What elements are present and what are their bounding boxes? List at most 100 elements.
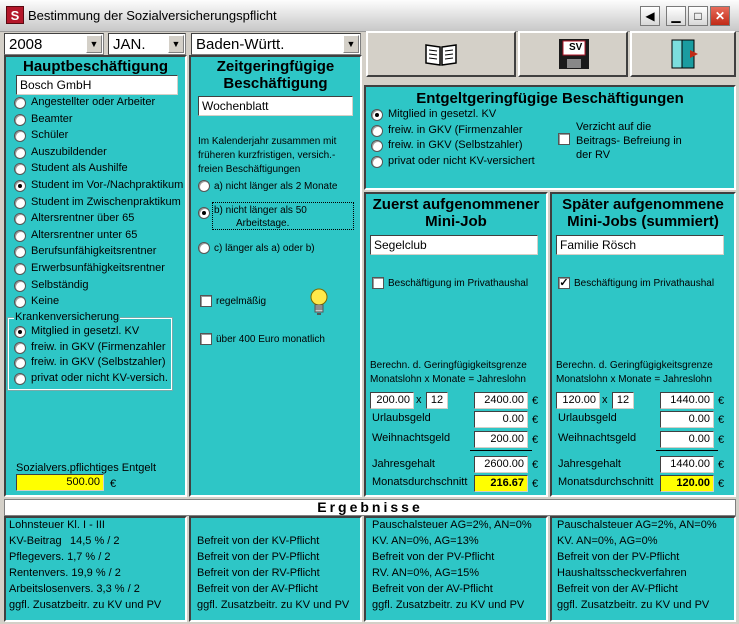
year-select[interactable]: 2008 ▼ xyxy=(4,33,104,55)
zeit-option-b-radio[interactable] xyxy=(198,207,210,219)
minijob2-currency: € xyxy=(718,478,725,490)
year-value: 2008 xyxy=(9,36,43,53)
minijob1-weihnachtsgeld-input[interactable]: 200.00 xyxy=(474,431,528,448)
minijob2-x-sign: x xyxy=(602,394,608,406)
minijob2-currency: € xyxy=(718,459,725,471)
result-line: ggfl. Zusatzbeitr. zu KV und PV xyxy=(372,599,525,611)
help-back-icon[interactable]: ◀ xyxy=(640,6,660,26)
entgelt-option-radio[interactable] xyxy=(371,124,383,137)
result-line: Befreit von der AV-Pflicht xyxy=(197,583,318,595)
minijob2-weihnachtsgeld-input[interactable]: 0.00 xyxy=(660,431,714,448)
result-line: KV. AN=0%, AG=0% xyxy=(557,535,658,547)
minijob1-berechn-1: Berechn. d. Geringfügigkeitsgrenze xyxy=(370,360,527,371)
result-line: Arbeitslosenvers. 3,3 % / 2 xyxy=(9,583,140,595)
entgelt-option-radio[interactable] xyxy=(371,109,383,121)
haupt-option-radio[interactable] xyxy=(14,196,26,209)
result-line: Rentenvers. 19,9 % / 2 xyxy=(9,567,121,579)
zeit-employer-input[interactable]: Wochenblatt xyxy=(198,96,353,116)
result-line: Pflegevers. 1,7 % / 2 xyxy=(9,551,111,563)
maximize-button[interactable]: □ xyxy=(688,6,708,26)
zeit-option-c-radio[interactable] xyxy=(198,242,210,254)
kv-option-label: Mitglied in gesetzl. KV xyxy=(31,325,140,337)
window-title: Bestimmung der Sozialversicherungspflich… xyxy=(28,8,277,23)
zeit-option-b-label-1: b) nicht länger als 50 xyxy=(214,205,307,216)
kv-option-radio[interactable] xyxy=(14,357,26,369)
result-line: Pauschalsteuer AG=2%, AN=0% xyxy=(557,519,717,531)
result-line: RV. AN=0%, AG=15% xyxy=(372,567,480,579)
minijob2-berechn-2: Monatslohn x Monate = Jahreslohn xyxy=(556,374,712,385)
haupt-heading: Hauptbeschäftigung xyxy=(23,58,168,75)
exit-door-icon xyxy=(671,39,698,69)
entgelt-option-radio[interactable] xyxy=(371,155,383,168)
minijob1-jahresgehalt-label: Jahresgehalt xyxy=(372,458,435,470)
haupt-option-radio[interactable] xyxy=(14,146,26,159)
result-line: Lohnsteuer Kl. I - III xyxy=(9,519,105,531)
minijob1-employer-input[interactable]: Segelclub xyxy=(370,235,538,255)
save-button[interactable]: SV xyxy=(518,31,628,77)
result-line: Befreit von der AV-Pflicht xyxy=(557,583,678,595)
zeit-text-3: freien Beschäftigungen xyxy=(198,164,301,175)
haupt-option-radio[interactable] xyxy=(14,113,26,126)
haupt-option-radio[interactable] xyxy=(14,263,26,275)
haupt-option-label: Student im Zwischenpraktikum xyxy=(31,195,181,208)
minijob1-privathaushalt-checkbox[interactable] xyxy=(372,277,384,289)
kv-option-radio[interactable] xyxy=(14,341,26,354)
haupt-option-label: Angestellter oder Arbeiter xyxy=(31,96,156,108)
close-button[interactable]: ✕ xyxy=(710,6,730,26)
haupt-employer-input[interactable]: Bosch GmbH xyxy=(16,75,178,95)
chevron-down-icon[interactable]: ▼ xyxy=(168,35,184,53)
chevron-down-icon[interactable]: ▼ xyxy=(343,35,359,53)
haupt-option-radio[interactable] xyxy=(14,180,26,192)
zeit-heading-1: Zeitgeringfügige xyxy=(216,58,335,75)
kv-option-label: privat oder nicht KV-versich. xyxy=(31,371,168,384)
zeit-heading-2: Beschäftigung xyxy=(223,75,328,92)
minijob2-currency: € xyxy=(718,395,725,407)
month-select[interactable]: JAN. ▼ xyxy=(108,33,186,55)
minijob1-heading-1: Zuerst aufgenommener xyxy=(372,196,540,213)
haupt-option-radio[interactable] xyxy=(14,97,26,109)
currency-label: € xyxy=(110,478,117,490)
minijob2-employer-input[interactable]: Familie Rösch xyxy=(556,235,724,255)
haupt-option-radio[interactable] xyxy=(14,229,26,242)
haupt-option-radio[interactable] xyxy=(14,279,26,292)
entgelt-input[interactable]: 500.00 xyxy=(16,474,104,491)
verzicht-checkbox[interactable] xyxy=(558,133,570,145)
chevron-down-icon[interactable]: ▼ xyxy=(86,35,102,53)
minijob1-urlaubsgeld-label: Urlaubsgeld xyxy=(372,412,431,424)
exit-button[interactable] xyxy=(630,31,736,77)
minijob1-monate-input[interactable]: 12 xyxy=(426,392,448,409)
state-select[interactable]: Baden-Württ. ▼ xyxy=(191,33,361,55)
minijob1-currency: € xyxy=(532,434,539,446)
minijob2-heading-1: Später aufgenommene xyxy=(562,196,724,213)
minijob2-monate-input[interactable]: 12 xyxy=(612,392,634,409)
result-line: KV-Beitrag xyxy=(9,535,62,547)
minijob2-currency: € xyxy=(718,414,725,426)
result-line: Haushaltsscheckverfahren xyxy=(557,567,687,579)
haupt-option-label: Auszubildender xyxy=(31,145,107,158)
haupt-option-label: Keine xyxy=(31,295,60,308)
minijob1-currency: € xyxy=(532,395,539,407)
ueber400-checkbox[interactable] xyxy=(200,333,212,345)
result-line: Befreit von der KV-Pflicht xyxy=(197,535,320,547)
minijob1-monatslohn-input[interactable]: 200.00 xyxy=(370,392,414,409)
zeit-text-2: früheren kurzfristigen, versich.- xyxy=(198,150,336,161)
kv-option-radio[interactable] xyxy=(14,326,26,338)
entgelt-option-label: freiw. in GKV (Selbstzahler) xyxy=(388,139,523,151)
minijob2-monatslohn-input[interactable]: 120.00 xyxy=(556,392,600,409)
entgelt-option-radio[interactable] xyxy=(371,140,383,152)
book-button[interactable] xyxy=(366,31,516,77)
minijob1-jahresgehalt-value: 2600.00 xyxy=(474,456,528,473)
minijob2-privathaushalt-checkbox[interactable]: ✓ xyxy=(558,277,570,289)
minimize-button[interactable]: ▁ xyxy=(666,6,686,26)
regelmaessig-checkbox[interactable] xyxy=(200,295,212,307)
minijob1-urlaubsgeld-input[interactable]: 0.00 xyxy=(474,411,528,428)
minijob2-weihnachtsgeld-label: Weihnachtsgeld xyxy=(558,432,637,444)
entgelt-option-label: privat oder nicht KV-versichert xyxy=(388,154,535,167)
zeit-option-a-radio[interactable] xyxy=(198,180,210,192)
light-bulb-icon[interactable] xyxy=(308,286,330,318)
result-line: 14,5 % / 2 xyxy=(70,535,120,547)
kv-option-radio[interactable] xyxy=(14,372,26,385)
minijob2-heading-2: Mini-Jobs (summiert) xyxy=(567,213,719,230)
minijob2-urlaubsgeld-input[interactable]: 0.00 xyxy=(660,411,714,428)
kv-option-label: freiw. in GKV (Firmenzahler xyxy=(31,340,166,353)
